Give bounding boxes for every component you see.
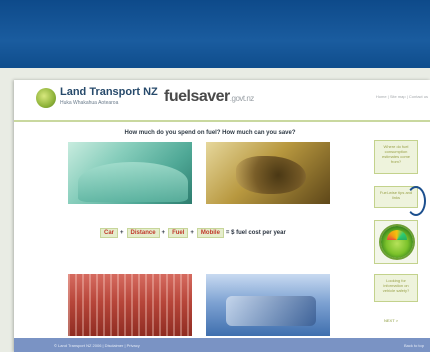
next-link[interactable]: NEXT > (384, 318, 398, 323)
nav-car[interactable]: Car (100, 228, 119, 238)
webpage-frame: Land Transport NZ Huka Whakahua Aotearoa… (14, 80, 430, 352)
fuelsaver-logo[interactable]: fuelsaver.govt.nz (164, 88, 254, 106)
traffic-image-tile[interactable] (206, 274, 330, 336)
top-links[interactable]: Home | Site map | Contact us (376, 94, 428, 99)
nav-separator: + (120, 230, 124, 236)
pointer-callout-icon (406, 186, 426, 216)
fuelsaver-suffix: .govt.nz (229, 94, 255, 103)
nav-separator: + (161, 230, 166, 236)
nav-result-label: = $ fuel cost per year (225, 230, 286, 236)
fuel-rating-badge[interactable] (374, 220, 418, 264)
fuel-nozzle-image (236, 156, 306, 194)
nav-fuel[interactable]: Fuel (168, 228, 189, 238)
nav-distance[interactable]: Distance (126, 228, 160, 238)
fuel-gauge-icon (381, 226, 413, 258)
page-headline: How much do you spend on fuel? How much … (124, 130, 296, 136)
back-to-top-link[interactable]: Back to top (404, 343, 424, 348)
site-header: Land Transport NZ Huka Whakahua Aotearoa… (14, 80, 430, 122)
calculator-nav: Car + Distance + Fuel + Mobile = $ fuel cost pe… (100, 228, 286, 238)
footer-links[interactable]: © Land Transport NZ 2006 | Disclaimer | … (54, 343, 140, 348)
sidebar: Where do fuel consumption estimates come… (366, 128, 430, 338)
site-footer: © Land Transport NZ 2006 | Disclaimer | … (14, 338, 430, 352)
traffic-image (226, 296, 316, 326)
forest-image-tile[interactable] (68, 274, 192, 336)
land-transport-subtitle: Huka Whakahua Aotearoa (60, 100, 119, 106)
main-content: How much do you spend on fuel? How much … (54, 128, 366, 338)
fuelsaver-name: fuelsaver (164, 88, 230, 105)
vehicle-safety-button[interactable]: Looking for information on vehicle safet… (374, 274, 418, 302)
land-transport-logo-icon[interactable] (36, 88, 56, 108)
nav-mobile[interactable]: Mobile (196, 228, 224, 238)
land-transport-name[interactable]: Land Transport NZ (60, 86, 158, 98)
nav-separator: + (190, 230, 194, 236)
car-image (78, 162, 188, 202)
fuel-estimates-button[interactable]: Where do fuel consumption estimates come… (374, 140, 418, 174)
top-banner (0, 0, 430, 68)
fuel-image-tile[interactable] (206, 142, 330, 204)
forest-image (68, 274, 192, 336)
stage: Land Transport NZ Huka Whakahua Aotearoa… (0, 68, 430, 352)
car-image-tile[interactable] (68, 142, 192, 204)
